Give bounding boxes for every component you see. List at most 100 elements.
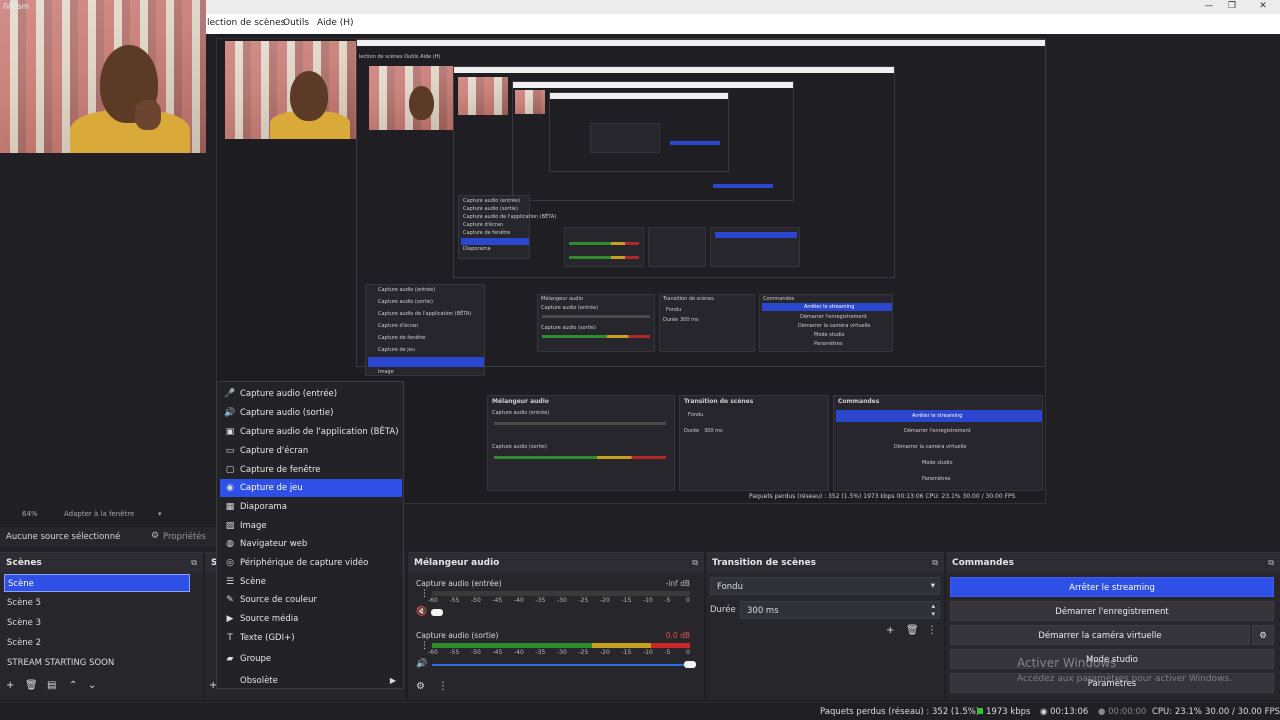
scale-mode[interactable]: Adapter à la fenêtre (64, 510, 134, 518)
menu-scene-collection[interactable]: lection de scènes (207, 18, 285, 28)
nested-webcam (225, 41, 356, 139)
nested-context-menu: Capture audio (entrée) Capture audio (so… (365, 284, 485, 376)
menu-item[interactable]: T Texte (GDI+) (220, 629, 402, 647)
kebab-icon[interactable]: ⋮ (927, 625, 937, 636)
globe-icon: ◍ (226, 539, 234, 549)
menu-item[interactable]: ▦ Diaporama (220, 498, 402, 516)
menu-tools[interactable]: Outils (283, 18, 309, 28)
image-icon: ▨ (225, 521, 235, 531)
transition-title: Transition de scènes (712, 558, 816, 568)
volume-slider-handle[interactable] (684, 661, 696, 668)
brush-icon: ✎ (226, 595, 234, 605)
trash-icon[interactable]: 🗑 (25, 680, 38, 691)
menu-item[interactable]: ☰ Scène (220, 573, 402, 591)
duration-spinbox[interactable]: 300 ms ▴ ▾ (740, 601, 940, 619)
menu-item-label: Texte (GDI+) (240, 633, 295, 643)
maximize-icon[interactable]: ❐ (1221, 1, 1243, 11)
menu-item-label: Source de couleur (240, 595, 317, 605)
window-icon: ▢ (225, 465, 235, 475)
menu-item[interactable]: ▶ Source média (220, 610, 402, 628)
record-time: ● 00:00:00 (1098, 707, 1147, 717)
menu-item-label: Image (240, 521, 267, 531)
menu-item[interactable]: 🎤 Capture audio (entrée) (220, 385, 402, 403)
meter-tick-label: -5 (664, 597, 671, 604)
text-icon: T (227, 633, 233, 643)
dock-float-icon[interactable]: ⧉ (932, 558, 938, 568)
add-icon[interactable]: + (6, 680, 14, 691)
minimize-icon[interactable]: — (1198, 1, 1220, 11)
virtual-camera-settings-icon[interactable]: ⚙ (1252, 625, 1274, 645)
menu-item[interactable]: ✎ Source de couleur (220, 591, 402, 609)
scale-chevron-icon[interactable]: ▾ (158, 510, 162, 518)
fps: 30.00 / 30.00 FPS (1205, 707, 1280, 717)
volume-slider-handle[interactable] (431, 609, 444, 616)
mixer-settings-icon[interactable]: ⚙ (416, 681, 425, 692)
meter-tick-label: -50 (471, 597, 481, 604)
dock-float-icon[interactable]: ⧉ (692, 558, 698, 568)
menu-item[interactable]: ▢ Capture de fenêtre (220, 461, 402, 479)
meter-tick-label: -35 (535, 649, 546, 656)
folder-icon: ▰ (226, 654, 234, 664)
move-up-icon[interactable]: ⌃ (69, 680, 77, 691)
zoom-level[interactable]: 64% (22, 510, 38, 518)
menu-help[interactable]: Aide (H) (317, 18, 354, 28)
chevron-down-icon: ▾ (930, 581, 935, 591)
gear-icon[interactable]: ⚙ (151, 531, 159, 541)
channel-level: 0.0 dB (665, 631, 690, 640)
meter-tick-label: -15 (621, 597, 632, 604)
channel-level: -inf dB (665, 579, 690, 588)
properties-button[interactable]: Propriétés (163, 532, 206, 542)
scene-item[interactable]: Scène 3 (4, 614, 190, 632)
nested-status: Paquets perdus (réseau) : 352 (1.5%) 197… (749, 493, 1016, 500)
slideshow-icon: ▦ (225, 502, 235, 512)
virtual-camera-button[interactable]: Démarrer la caméra virtuelle (950, 625, 1250, 645)
transition-select[interactable]: Fondu ▾ (710, 577, 940, 595)
dropped-frames: Paquets perdus (réseau) : 352 (1.5%) (820, 707, 980, 717)
dock-float-icon[interactable]: ⧉ (1268, 558, 1274, 568)
gamepad-icon: ◉ (226, 483, 234, 493)
menu-item[interactable]: ◉ Capture de jeu (220, 479, 402, 497)
menu-item[interactable]: ◎ Périphérique de capture vidéo (220, 554, 402, 572)
spinner-icon[interactable]: ▴ ▾ (931, 602, 935, 618)
trash-icon[interactable]: 🗑 (906, 625, 919, 636)
no-source-label: Aucune source sélectionné (6, 532, 121, 542)
channel-name: Capture audio (sortie) (416, 631, 499, 640)
scene-item[interactable]: Scène 2 (4, 634, 190, 652)
menu-item-label: Capture de jeu (240, 483, 303, 493)
menu-item[interactable]: ▣ Capture audio de l'application (BÊTA) (220, 423, 402, 441)
kebab-icon[interactable]: ⋮ (438, 681, 448, 692)
start-recording-button[interactable]: Démarrer l'enregistrement (950, 601, 1274, 621)
stop-streaming-button[interactable]: Arrêter le streaming (950, 577, 1274, 597)
menu-item-label: Diaporama (240, 502, 287, 512)
close-icon[interactable]: ✕ (1252, 1, 1274, 11)
meter-tick-label: -10 (643, 649, 653, 656)
move-down-icon[interactable]: ⌄ (88, 680, 96, 691)
menu-item-label: Capture audio (entrée) (240, 389, 338, 399)
menu-item-label: Navigateur web (240, 539, 308, 549)
menu-item[interactable]: ▭ Capture d'écran (220, 442, 402, 460)
menu-item[interactable]: ▰ Groupe (220, 650, 402, 668)
scene-item[interactable]: STREAM STARTING SOON (4, 654, 190, 672)
webcam-label: IVCam (3, 2, 30, 11)
meter-tick-label: -40 (514, 649, 524, 656)
scene-item[interactable]: Scène 5 (4, 594, 190, 612)
menu-item[interactable]: Obsolète ▶ (220, 672, 402, 690)
meter-tick-label: -50 (471, 649, 481, 656)
speaker-icon[interactable]: 🔊 (416, 659, 427, 669)
menu-item[interactable]: ◍ Navigateur web (220, 535, 402, 553)
scene-item[interactable]: Scène (4, 574, 190, 592)
add-transition-icon[interactable]: + (886, 625, 894, 636)
properties-bar: Aucune source sélectionné ⚙ Propriétés (0, 527, 216, 547)
audio-mixer-dock: Mélangeur audio ⧉ Capture audio (entrée)… (408, 552, 704, 700)
meter-tick-label: -10 (643, 597, 653, 604)
duration-label: Durée (710, 605, 736, 615)
dock-float-icon[interactable]: ⧉ (191, 558, 197, 568)
submenu-arrow-icon: ▶ (389, 676, 396, 685)
menu-item[interactable]: 🔊 Capture audio (sortie) (220, 404, 402, 422)
mute-icon-muted[interactable]: 🔇 (416, 607, 427, 617)
transition-dock: Transition de scènes ⧉ Fondu ▾ Durée 300… (706, 552, 944, 700)
menu-item[interactable]: ▨ Image (220, 517, 402, 535)
meter-tick-label: -15 (621, 649, 632, 656)
meter-tick-label: -35 (535, 597, 546, 604)
filter-icon[interactable]: ▤ (47, 680, 56, 691)
